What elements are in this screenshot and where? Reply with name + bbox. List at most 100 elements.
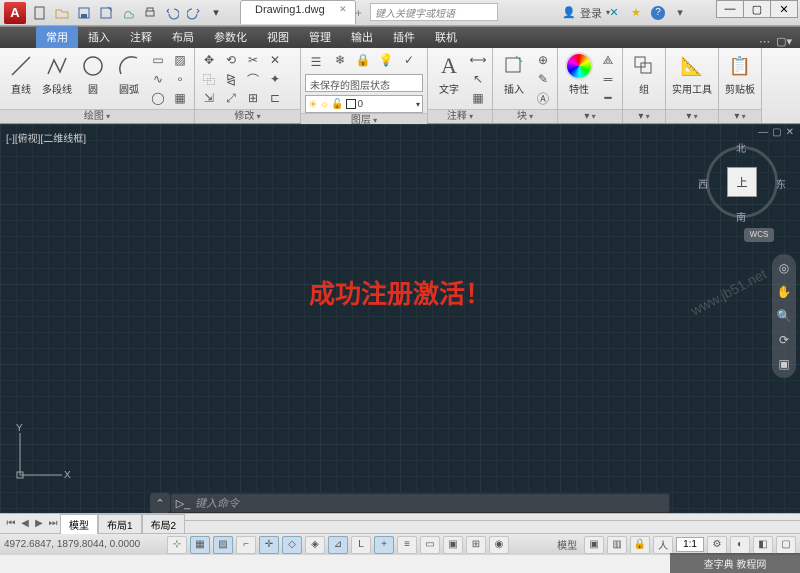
sb-iso-icon[interactable]: ◧ xyxy=(753,536,773,554)
linetype-icon[interactable]: ═ xyxy=(598,70,618,88)
viewcube-face-top[interactable]: 上 xyxy=(727,167,757,197)
region-icon[interactable]: ▦ xyxy=(170,89,190,107)
qat-redo-icon[interactable] xyxy=(184,3,204,23)
sb-grid-icon[interactable]: ▨ xyxy=(213,536,233,554)
panel-clip-title[interactable]: ▾ xyxy=(719,109,761,123)
sb-ws-icon[interactable]: ⚙ xyxy=(707,536,727,554)
offset-icon[interactable]: ⊏ xyxy=(265,89,285,107)
arc-button[interactable]: 圆弧 xyxy=(112,51,146,97)
clipboard-button[interactable]: 📋剪贴板 xyxy=(723,51,757,97)
qat-save-icon[interactable] xyxy=(74,3,94,23)
sb-snap-icon[interactable]: ▦ xyxy=(190,536,210,554)
panel-annotate-title[interactable]: 注释 xyxy=(428,109,492,123)
rect-icon[interactable]: ▭ xyxy=(148,51,168,69)
tab-manage[interactable]: 管理 xyxy=(299,26,341,48)
trim-icon[interactable]: ✂ xyxy=(243,51,263,69)
tab-online[interactable]: 联机 xyxy=(425,26,467,48)
viewcube[interactable]: 上 北 南 东 西 xyxy=(702,142,782,222)
sb-clean-icon[interactable]: ▢ xyxy=(776,536,796,554)
copy-icon[interactable]: ⿻ xyxy=(199,70,219,88)
login-area[interactable]: 👤 登录 ▾ xyxy=(562,5,610,21)
group-button[interactable]: 组 xyxy=(627,51,661,97)
nav-zoom-icon[interactable]: 🔍 xyxy=(776,308,792,324)
panel-props-title[interactable]: ▾ xyxy=(558,109,622,123)
layer-props-icon[interactable]: ☰ xyxy=(305,51,327,73)
tab-plugins[interactable]: 插件 xyxy=(383,26,425,48)
sb-annoscale-icon[interactable]: 🔒 xyxy=(630,536,650,554)
erase-icon[interactable]: ✕ xyxy=(265,51,285,69)
panel-modify-title[interactable]: 修改 xyxy=(195,109,300,123)
vp-close-icon[interactable]: ✕ xyxy=(786,127,794,138)
drawing-canvas[interactable]: [-][俯视][二维线框] — ▢ ✕ 成功注册激活！ www.jb51.net… xyxy=(0,124,800,513)
panel-draw-title[interactable]: 绘图 xyxy=(0,109,194,123)
minimize-button[interactable]: — xyxy=(716,0,744,18)
sb-hw-icon[interactable]: ◐ xyxy=(730,536,750,554)
favorite-icon[interactable]: ★ xyxy=(626,3,646,23)
tab-view[interactable]: 视图 xyxy=(257,26,299,48)
qat-open-icon[interactable] xyxy=(52,3,72,23)
tab-home[interactable]: 常用 xyxy=(36,26,78,48)
viewport-label[interactable]: [-][俯视][二维线框] xyxy=(6,130,86,145)
ellipse-icon[interactable]: ◯ xyxy=(148,89,168,107)
layout-last-icon[interactable]: ⏭ xyxy=(46,518,60,529)
tab-layout2[interactable]: 布局2 xyxy=(142,514,186,534)
sb-model-label[interactable]: 模型 xyxy=(553,537,581,552)
qat-new-icon[interactable] xyxy=(30,3,50,23)
hatch-icon[interactable]: ▨ xyxy=(170,51,190,69)
dim-linear-icon[interactable]: ⟷ xyxy=(468,51,488,69)
tab-layout1[interactable]: 布局1 xyxy=(98,514,142,534)
help-dropdown-icon[interactable]: ▾ xyxy=(670,3,690,23)
exchange-icon[interactable]: ✕ xyxy=(604,3,624,23)
circle-button[interactable]: 圆 xyxy=(76,51,110,97)
mirror-icon[interactable]: ⧎ xyxy=(221,70,241,88)
layer-current-dropdown[interactable]: ☀ ☼ 🔓 0 ▾ xyxy=(305,95,423,113)
sb-quickview-icon[interactable]: ▥ xyxy=(607,536,627,554)
close-button[interactable]: ✕ xyxy=(770,0,798,18)
layout-prev-icon[interactable]: ◀ xyxy=(18,518,32,529)
nav-pan-icon[interactable]: ✋ xyxy=(776,284,792,300)
tab-parametric[interactable]: 参数化 xyxy=(204,26,257,48)
leader-icon[interactable]: ↖ xyxy=(468,70,488,88)
sb-ortho-icon[interactable]: ⌐ xyxy=(236,536,256,554)
sb-dyn-icon[interactable]: + xyxy=(374,536,394,554)
nav-wheel-icon[interactable]: ◎ xyxy=(776,260,792,276)
sb-polar-icon[interactable]: ✛ xyxy=(259,536,279,554)
document-tab[interactable]: Drawing1.dwg xyxy=(240,0,356,24)
line-button[interactable]: 直线 xyxy=(4,51,38,97)
table-icon[interactable]: ▦ xyxy=(468,89,488,107)
help-icon[interactable]: ? xyxy=(648,3,668,23)
qat-cloud-icon[interactable] xyxy=(118,3,138,23)
array-icon[interactable]: ⊞ xyxy=(243,89,263,107)
sb-otrack-icon[interactable]: ⊿ xyxy=(328,536,348,554)
sb-qp-icon[interactable]: ▣ xyxy=(443,536,463,554)
insert-button[interactable]: 插入 xyxy=(497,51,531,97)
layer-off-icon[interactable]: 💡 xyxy=(376,51,396,69)
layer-lock-icon[interactable]: 🔒 xyxy=(353,51,373,69)
point-icon[interactable]: ∘ xyxy=(170,70,190,88)
layer-freeze-icon[interactable]: ❄ xyxy=(330,51,350,69)
rotate-icon[interactable]: ⟲ xyxy=(221,51,241,69)
qat-undo-icon[interactable] xyxy=(162,3,182,23)
sb-infer-icon[interactable]: ⊹ xyxy=(167,536,187,554)
layer-state-dropdown[interactable]: 未保存的图层状态 xyxy=(305,74,423,92)
tab-layout[interactable]: 布局 xyxy=(162,26,204,48)
spline-icon[interactable]: ∿ xyxy=(148,70,168,88)
sb-osnap-icon[interactable]: ◇ xyxy=(282,536,302,554)
command-line[interactable]: ▷_ 键入命令 xyxy=(170,493,670,513)
sb-tpy-icon[interactable]: ▭ xyxy=(420,536,440,554)
text-button[interactable]: A文字 xyxy=(432,51,466,97)
explode-icon[interactable]: ✦ xyxy=(265,70,285,88)
sb-3dosnap-icon[interactable]: ◈ xyxy=(305,536,325,554)
vp-max-icon[interactable]: ▢ xyxy=(772,127,781,138)
scale-icon[interactable]: ⤢ xyxy=(221,89,241,107)
ribbon-extra-icon[interactable]: ⋯ xyxy=(759,35,770,48)
edit-block-icon[interactable]: ✎ xyxy=(533,70,553,88)
search-input[interactable]: 键入关键字或短语 xyxy=(370,3,498,21)
tab-insert[interactable]: 插入 xyxy=(78,26,120,48)
match-props-icon[interactable]: ⟁ xyxy=(598,51,618,69)
sb-sc-icon[interactable]: ⊞ xyxy=(466,536,486,554)
app-icon[interactable]: A xyxy=(4,2,26,24)
fillet-icon[interactable]: ⌒ xyxy=(243,70,263,88)
move-icon[interactable]: ✥ xyxy=(199,51,219,69)
ribbon-collapse-icon[interactable]: ▢▾ xyxy=(776,35,792,48)
